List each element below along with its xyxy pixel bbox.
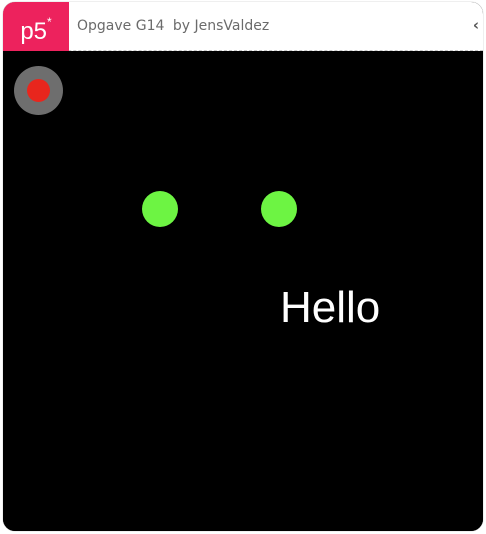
- record-dot-icon: [27, 79, 50, 102]
- sketch-name[interactable]: Opgave G14: [77, 18, 164, 34]
- logo-asterisk: *: [47, 15, 52, 29]
- left-green-circle: [142, 191, 178, 227]
- logo-text: p5: [20, 18, 48, 45]
- right-green-circle: [261, 191, 297, 227]
- sketch-canvas[interactable]: Hello: [3, 51, 483, 531]
- p5-logo[interactable]: p5*: [3, 2, 69, 51]
- sketch-author[interactable]: by JensValdez: [173, 18, 269, 34]
- sketch-embed: p5* Opgave G14 by JensValdez ‹ Hello: [3, 2, 483, 531]
- sketch-title: Opgave G14 by JensValdez: [77, 2, 269, 51]
- sketch-header: p5* Opgave G14 by JensValdez ‹: [3, 2, 483, 51]
- hello-text: Hello: [280, 283, 381, 332]
- record-button[interactable]: [14, 66, 63, 115]
- chevron-left-icon[interactable]: ‹: [469, 2, 483, 51]
